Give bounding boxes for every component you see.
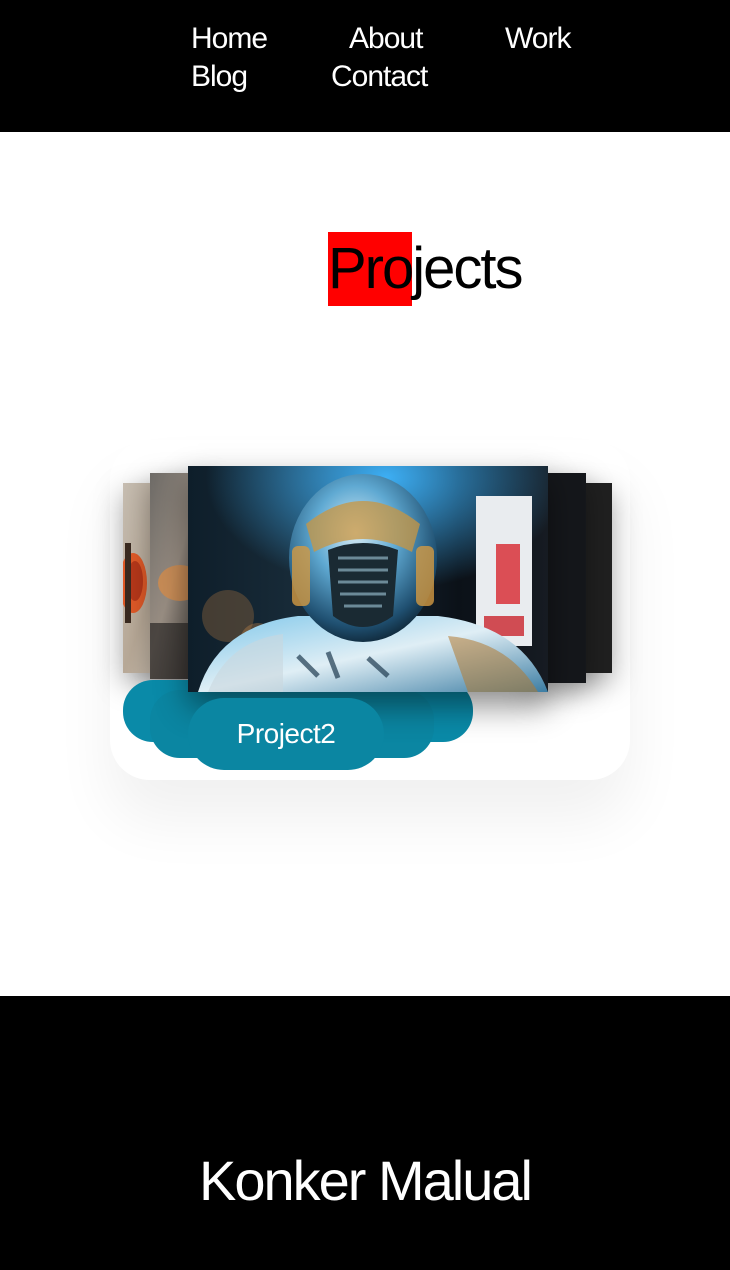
footer-name: Konker Malual [199, 1149, 533, 1212]
project-label-active[interactable]: Project2 [188, 698, 384, 770]
project-carousel[interactable]: Project2 [0, 420, 730, 820]
projects-title: Projects [328, 232, 524, 306]
footer: Konker Malual [0, 996, 730, 1270]
robot-image [188, 466, 548, 692]
nav-link-contact[interactable]: Contact [331, 59, 428, 95]
nav-link-about[interactable]: About [349, 21, 423, 57]
nav-link-work[interactable]: Work [505, 21, 571, 57]
nav-link-blog[interactable]: Blog [191, 59, 248, 95]
nav-link-home[interactable]: Home [191, 21, 268, 57]
top-navigation: Home About Work Blog Contact [0, 0, 730, 132]
title-highlight: Pro [328, 232, 414, 306]
title-rest: jects [412, 236, 523, 301]
project-card-active[interactable] [188, 466, 548, 692]
